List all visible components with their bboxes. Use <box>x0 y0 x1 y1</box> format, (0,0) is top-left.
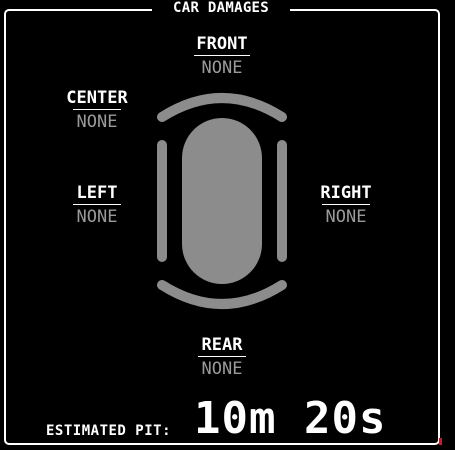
car-rear-segment <box>157 280 287 309</box>
zone-left-label: LEFT <box>76 183 118 203</box>
zone-right-value: NONE <box>325 207 367 227</box>
zone-right: RIGHT NONE <box>311 183 381 227</box>
zone-center: CENTER NONE <box>57 88 137 132</box>
zone-rear-value: NONE <box>201 359 243 379</box>
zone-left-divider <box>73 204 121 205</box>
zone-center-divider <box>73 109 121 110</box>
corner-accent-mark <box>439 438 442 445</box>
zone-right-label: RIGHT <box>320 183 372 203</box>
zone-front-divider <box>194 55 250 56</box>
zone-rear: REAR NONE <box>187 335 257 379</box>
zone-right-divider <box>322 204 370 205</box>
panel-title: CAR DAMAGES <box>152 0 290 18</box>
zone-rear-label: REAR <box>201 335 243 355</box>
car-front-segment <box>157 93 287 122</box>
estimated-pit-label: ESTIMATED PIT: <box>46 423 172 439</box>
car-diagram-icon <box>157 93 287 309</box>
estimated-pit-value: 10m 20s <box>194 393 387 444</box>
car-damages-panel: CAR DAMAGES FRONT NONE CENTER NONE LEFT … <box>0 0 455 450</box>
zone-left-value: NONE <box>76 207 118 227</box>
zone-front: FRONT NONE <box>187 34 257 78</box>
zone-center-label: CENTER <box>66 88 128 108</box>
zone-rear-divider <box>198 356 246 357</box>
zone-front-label: FRONT <box>196 34 248 54</box>
zone-left: LEFT NONE <box>62 183 132 227</box>
zone-center-value: NONE <box>76 112 118 132</box>
car-center-body <box>182 118 262 284</box>
zone-front-value: NONE <box>201 58 243 78</box>
